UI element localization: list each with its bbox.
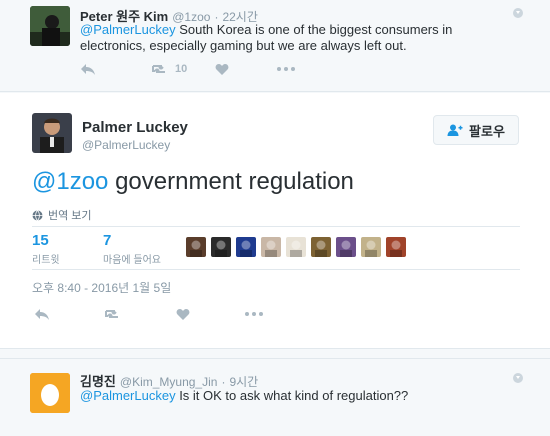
author-handle[interactable]: @Kim_Myung_Jin [120, 375, 218, 389]
liker-avatars [186, 237, 411, 257]
reply-icon[interactable] [80, 62, 96, 76]
tweet-timestamp[interactable]: 오후 8:40 - 2016년 1월 5일 [32, 279, 171, 296]
separator-dot: · [221, 375, 226, 389]
tweet-text: @PalmerLuckey Is it OK to ask what kind … [80, 388, 520, 404]
top-reply-tweet[interactable]: Peter 원주 Kim @1zoo · 22시간 @PalmerLuckey … [0, 0, 550, 92]
bottom-reply-tweet[interactable]: 김명진 @Kim_Myung_Jin · 9시간 @PalmerLuckey I… [0, 358, 550, 436]
liker-avatar[interactable] [386, 237, 406, 257]
retweets-stat[interactable]: 15 리트윗 [32, 232, 60, 266]
author-handle[interactable]: @PalmerLuckey [82, 138, 188, 152]
more-dots-icon[interactable] [245, 312, 263, 316]
avatar[interactable] [32, 113, 72, 153]
tweet-stats: 15 리트윗 7 마음에 들어요 [32, 226, 520, 270]
translate-label: 번역 보기 [48, 210, 92, 222]
liker-avatar[interactable] [311, 237, 331, 257]
liker-avatar[interactable] [236, 237, 256, 257]
translate-link[interactable]: 번역 보기 [32, 207, 92, 223]
main-tweet: Palmer Luckey @PalmerLuckey 팔로우 @1zoo go… [0, 93, 550, 349]
heart-icon[interactable] [176, 308, 190, 321]
more-caret-icon[interactable] [513, 373, 523, 383]
retweet-icon [150, 63, 168, 75]
mention-link[interactable]: @PalmerLuckey [80, 22, 176, 37]
liker-avatar[interactable] [211, 237, 231, 257]
liker-avatar[interactable] [186, 237, 206, 257]
add-user-icon [447, 124, 463, 136]
tweet-body: government regulation [108, 168, 354, 195]
egg-avatar[interactable] [30, 373, 70, 413]
author-name[interactable]: Palmer Luckey [82, 119, 188, 136]
globe-icon [32, 209, 43, 221]
reply-icon[interactable] [34, 307, 50, 321]
retweet-icon[interactable] [103, 308, 121, 320]
tweet-text: @PalmerLuckey South Korea is one of the … [80, 22, 520, 54]
likes-stat[interactable]: 7 마음에 들어요 [103, 232, 161, 266]
retweet-count: 10 [175, 63, 188, 75]
avatar[interactable] [30, 6, 70, 46]
follow-label: 팔로우 [469, 123, 505, 139]
mention-link[interactable]: @1zoo [32, 168, 108, 195]
likes-label: 마음에 들어요 [103, 255, 161, 266]
more-dots-icon[interactable] [277, 67, 296, 71]
retweets-count: 15 [32, 232, 49, 249]
liker-avatar[interactable] [336, 237, 356, 257]
liker-avatar[interactable] [361, 237, 381, 257]
tweet-body: Is it OK to ask what kind of regulation?… [175, 388, 409, 403]
liker-avatar[interactable] [286, 237, 306, 257]
mention-link[interactable]: @PalmerLuckey [80, 388, 176, 403]
likes-count: 7 [103, 232, 112, 249]
retweet-button[interactable]: 10 [150, 63, 187, 75]
tweet-text: @1zoo government regulation [32, 167, 354, 197]
liker-avatar[interactable] [261, 237, 281, 257]
more-caret-icon[interactable] [513, 8, 523, 18]
retweets-label: 리트윗 [32, 255, 60, 266]
heart-icon[interactable] [215, 63, 229, 76]
follow-button[interactable]: 팔로우 [433, 115, 519, 145]
